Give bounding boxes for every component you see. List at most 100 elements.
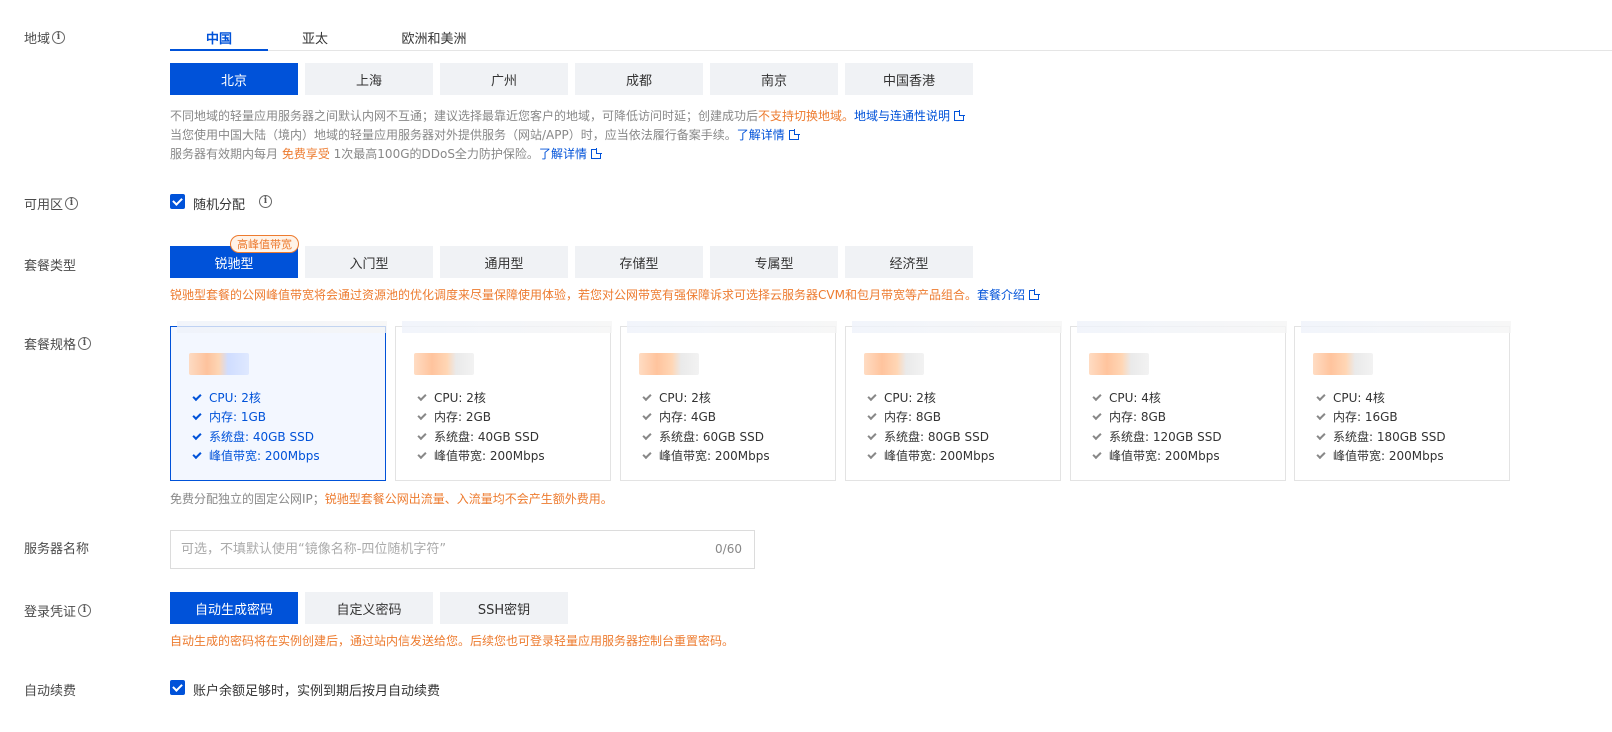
blurred-price <box>852 321 1062 333</box>
blurred-price <box>627 321 837 333</box>
check-icon <box>417 430 427 440</box>
random-zone-label: 随机分配 <box>193 198 246 213</box>
spec-memory: 内存: 8GB <box>1092 408 1166 425</box>
check-icon <box>1092 430 1102 440</box>
city-nanjing[interactable]: 南京 <box>710 63 838 95</box>
info-icon[interactable]: i <box>78 337 92 350</box>
char-counter: 0/60 <box>715 542 742 556</box>
high-bandwidth-badge: 高峰值带宽 <box>230 235 299 253</box>
plan-type-storage[interactable]: 存储型 <box>575 246 703 278</box>
spec-disk: 系统盘: 40GB SSD <box>417 428 539 445</box>
plan-intro-link[interactable]: 套餐介绍 <box>977 288 1025 302</box>
auto-renew-option-label: 账户余额足够时，实例到期后按月自动续费 <box>193 684 441 699</box>
city-guangzhou[interactable]: 广州 <box>440 63 568 95</box>
region-label: 地域 i <box>24 28 66 47</box>
spec-disk: 系统盘: 80GB SSD <box>867 428 989 445</box>
city-hongkong[interactable]: 中国香港 <box>845 63 973 95</box>
blurred-price <box>402 321 612 333</box>
ddos-details-link[interactable]: 了解详情 <box>539 147 587 161</box>
spec-cpu: CPU: 4核 <box>1316 389 1385 406</box>
login-custom-password[interactable]: 自定义密码 <box>305 592 433 624</box>
blurred-price <box>1077 321 1287 333</box>
check-icon <box>867 430 877 440</box>
spec-disk: 系统盘: 40GB SSD <box>192 428 314 445</box>
blurred-price <box>864 353 924 375</box>
spec-card[interactable]: CPU: 4核 内存: 8GB 系统盘: 120GB SSD 峰值带宽: 200… <box>1070 321 1287 481</box>
city-chengdu[interactable]: 成都 <box>575 63 703 95</box>
check-icon <box>1316 430 1326 440</box>
check-icon <box>1092 391 1102 401</box>
tab-europe-americas[interactable]: 欧洲和美洲 <box>370 22 498 51</box>
check-icon <box>417 449 427 459</box>
external-link-icon <box>590 149 601 159</box>
check-icon <box>1316 410 1326 420</box>
check-icon <box>642 430 652 440</box>
login-hint: 自动生成的密码将在实例创建后，通过站内信发送给您。后续您也可登录轻量应用服务器控… <box>170 634 735 648</box>
login-auto-password[interactable]: 自动生成密码 <box>170 592 298 624</box>
spec-memory: 内存: 16GB <box>1316 408 1398 425</box>
spec-card[interactable]: CPU: 2核 内存: 4GB 系统盘: 60GB SSD 峰值带宽: 200M… <box>620 321 837 481</box>
spec-card[interactable]: CPU: 4核 内存: 16GB 系统盘: 180GB SSD 峰值带宽: 20… <box>1294 321 1511 481</box>
plan-type-economy[interactable]: 经济型 <box>845 246 973 278</box>
city-shanghai[interactable]: 上海 <box>305 63 433 95</box>
region-hint-2: 当您使用中国大陆（境内）地域的轻量应用服务器对外提供服务（网站/APP）时，应当… <box>170 126 799 143</box>
plan-type-entry[interactable]: 入门型 <box>305 246 433 278</box>
plan-spec-label: 套餐规格 i <box>24 334 92 353</box>
spec-cpu: CPU: 2核 <box>642 389 711 406</box>
login-ssh-key[interactable]: SSH密钥 <box>440 592 568 624</box>
external-link-icon <box>954 111 965 121</box>
spec-cpu: CPU: 2核 <box>192 389 261 406</box>
check-icon <box>192 410 202 420</box>
region-hint-1: 不同地域的轻量应用服务器之间默认内网不互通；建议选择最靠近您客户的地域，可降低访… <box>170 107 965 124</box>
spec-memory: 内存: 1GB <box>192 408 266 425</box>
plan-type-dedicated[interactable]: 专属型 <box>710 246 838 278</box>
external-link-icon <box>788 130 799 140</box>
spec-disk: 系统盘: 120GB SSD <box>1092 428 1222 445</box>
city-beijing[interactable]: 北京 <box>170 63 298 95</box>
tab-china[interactable]: 中国 <box>170 22 268 51</box>
region-tabs: 中国 亚太 欧洲和美洲 <box>170 22 1612 51</box>
server-name-label: 服务器名称 <box>24 542 90 557</box>
check-icon <box>417 391 427 401</box>
check-icon <box>642 410 652 420</box>
spec-cpu: CPU: 4核 <box>1092 389 1161 406</box>
check-icon <box>867 449 877 459</box>
spec-disk: 系统盘: 180GB SSD <box>1316 428 1446 445</box>
check-icon <box>192 449 202 459</box>
spec-card[interactable]: CPU: 2核 内存: 1GB 系统盘: 40GB SSD 峰值带宽: 200M… <box>170 321 387 481</box>
blurred-price <box>1313 353 1373 375</box>
spec-cpu: CPU: 2核 <box>867 389 936 406</box>
check-icon <box>1316 391 1326 401</box>
check-icon <box>192 391 202 401</box>
tab-asia-pacific[interactable]: 亚太 <box>268 22 362 51</box>
zone-label: 可用区 i <box>24 194 79 213</box>
plan-type-general[interactable]: 通用型 <box>440 246 568 278</box>
info-icon[interactable]: i <box>65 197 79 210</box>
blurred-price <box>1089 353 1149 375</box>
random-zone-checkbox[interactable] <box>170 194 185 209</box>
info-icon[interactable]: i <box>259 195 272 208</box>
spec-card[interactable]: CPU: 2核 内存: 8GB 系统盘: 80GB SSD 峰值带宽: 200M… <box>845 321 1062 481</box>
region-hint-3: 服务器有效期内每月 免费享受 1次最高100G的DDoS全力防护保险。了解详情 <box>170 145 601 162</box>
spec-card[interactable]: CPU: 2核 内存: 2GB 系统盘: 40GB SSD 峰值带宽: 200M… <box>395 321 612 481</box>
spec-bandwidth: 峰值带宽: 200Mbps <box>642 447 770 464</box>
info-icon[interactable]: i <box>52 31 66 44</box>
spec-bandwidth: 峰值带宽: 200Mbps <box>1092 447 1220 464</box>
check-icon <box>1092 449 1102 459</box>
region-connectivity-link[interactable]: 地域与连通性说明 <box>854 109 950 123</box>
spec-memory: 内存: 4GB <box>642 408 716 425</box>
blurred-price <box>177 321 387 333</box>
info-icon[interactable]: i <box>78 604 92 617</box>
plan-type-label: 套餐类型 <box>24 259 77 274</box>
plan-type-hint: 锐驰型套餐的公网峰值带宽将会通过资源池的优化调度来尽量保障使用体验，若您对公网带… <box>170 286 1039 303</box>
check-icon <box>642 391 652 401</box>
filing-details-link[interactable]: 了解详情 <box>737 128 785 142</box>
spec-memory: 内存: 8GB <box>867 408 941 425</box>
spec-bandwidth: 峰值带宽: 200Mbps <box>1316 447 1444 464</box>
check-icon <box>867 410 877 420</box>
spec-memory: 内存: 2GB <box>417 408 491 425</box>
server-name-input[interactable] <box>171 531 691 568</box>
check-icon <box>417 410 427 420</box>
spec-hint: 免费分配独立的固定公网IP；锐驰型套餐公网出流量、入流量均不会产生额外费用。 <box>170 492 613 506</box>
auto-renew-checkbox[interactable] <box>170 680 185 695</box>
